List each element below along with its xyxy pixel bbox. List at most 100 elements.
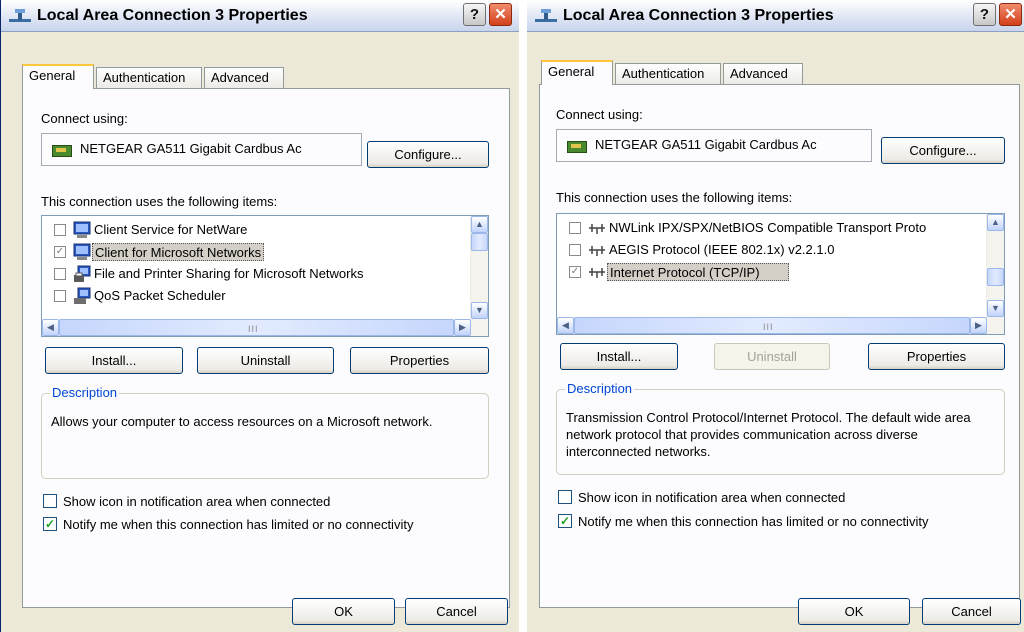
connect-using-label: Connect using: bbox=[41, 111, 128, 126]
items-listbox[interactable]: Client Service for NetWare ✓ Client for … bbox=[41, 215, 489, 337]
notify-label: Notify me when this connection has limit… bbox=[578, 514, 929, 529]
tab-advanced[interactable]: Advanced bbox=[204, 67, 284, 88]
uninstall-label: Uninstall bbox=[747, 349, 797, 364]
vertical-scrollbar[interactable]: ▲ ▼ bbox=[986, 214, 1004, 317]
cancel-label: Cancel bbox=[436, 604, 477, 619]
scroll-up-arrow-icon[interactable]: ▲ bbox=[987, 214, 1004, 231]
ok-button[interactable]: OK bbox=[798, 598, 910, 625]
window-title: Local Area Connection 3 Properties bbox=[37, 7, 308, 24]
network-connection-icon bbox=[9, 9, 31, 22]
item-checkbox[interactable] bbox=[54, 224, 66, 236]
items-listbox[interactable]: NWLink IPX/SPX/NetBIOS Compatible Transp… bbox=[556, 213, 1005, 335]
install-label: Install... bbox=[596, 349, 642, 364]
scroll-down-arrow-icon[interactable]: ▼ bbox=[471, 302, 488, 319]
install-button[interactable]: Install... bbox=[560, 343, 678, 370]
tab-authentication[interactable]: Authentication bbox=[615, 63, 721, 84]
notify-checkbox[interactable]: ✓ bbox=[43, 517, 57, 531]
cancel-button[interactable]: Cancel bbox=[405, 598, 508, 625]
ok-label: OK bbox=[844, 604, 864, 619]
item-checkbox[interactable] bbox=[54, 290, 66, 302]
title-bar[interactable]: Local Area Connection 3 Properties ? ✕ bbox=[527, 0, 1024, 32]
properties-dialog-left: Local Area Connection 3 Properties ? ✕ G… bbox=[0, 0, 519, 632]
item-checkbox[interactable] bbox=[569, 222, 581, 234]
item-checkbox[interactable]: ✓ bbox=[54, 246, 66, 258]
tab-general[interactable]: General bbox=[22, 64, 94, 89]
scroll-left-arrow-icon[interactable]: ◀ bbox=[557, 317, 574, 334]
show-icon-checkbox[interactable] bbox=[558, 490, 572, 504]
scroll-up-arrow-icon[interactable]: ▲ bbox=[471, 216, 488, 233]
adapter-name: NETGEAR GA511 Gigabit Cardbus Ac bbox=[80, 141, 302, 156]
close-button[interactable]: ✕ bbox=[489, 3, 512, 26]
configure-button[interactable]: Configure... bbox=[881, 137, 1005, 164]
item-label: Client Service for NetWare bbox=[94, 222, 248, 237]
configure-label: Configure... bbox=[394, 147, 462, 162]
item-checkbox[interactable] bbox=[54, 268, 66, 280]
file-printer-sharing-icon bbox=[74, 265, 91, 282]
scroll-right-arrow-icon[interactable]: ▶ bbox=[454, 319, 471, 336]
protocol-icon bbox=[589, 246, 605, 256]
ok-button[interactable]: OK bbox=[292, 598, 395, 625]
scroll-grip-icon: III bbox=[763, 322, 774, 332]
item-checkbox[interactable] bbox=[569, 244, 581, 256]
connect-using-label: Connect using: bbox=[556, 107, 643, 122]
description-groupbox: Description Transmission Control Protoco… bbox=[556, 381, 1005, 475]
close-button[interactable]: ✕ bbox=[999, 3, 1022, 26]
adapter-name: NETGEAR GA511 Gigabit Cardbus Ac bbox=[595, 137, 817, 152]
notify-checkbox[interactable]: ✓ bbox=[558, 514, 572, 528]
description-legend: Description bbox=[565, 381, 635, 396]
configure-label: Configure... bbox=[909, 143, 977, 158]
tab-general[interactable]: General bbox=[541, 60, 613, 85]
properties-dialog-right: Local Area Connection 3 Properties ? ✕ G… bbox=[527, 0, 1024, 632]
scroll-right-arrow-icon[interactable]: ▶ bbox=[970, 317, 987, 334]
description-groupbox: Description Allows your computer to acce… bbox=[41, 385, 489, 479]
title-bar[interactable]: Local Area Connection 3 Properties ? ✕ bbox=[1, 0, 519, 32]
network-client-icon bbox=[73, 221, 91, 238]
item-checkbox[interactable]: ✓ bbox=[569, 266, 581, 278]
scroll-thumb-horizontal[interactable]: III bbox=[59, 319, 454, 336]
uninstall-button[interactable]: Uninstall bbox=[714, 343, 830, 370]
general-tab-panel: Connect using: NETGEAR GA511 Gigabit Car… bbox=[539, 84, 1020, 608]
configure-button[interactable]: Configure... bbox=[367, 141, 489, 168]
help-button[interactable]: ? bbox=[463, 3, 486, 26]
scroll-down-arrow-icon[interactable]: ▼ bbox=[987, 300, 1004, 317]
item-label: NWLink IPX/SPX/NetBIOS Compatible Transp… bbox=[609, 220, 927, 235]
scroll-thumb[interactable] bbox=[471, 233, 488, 251]
vertical-scrollbar[interactable]: ▲ ▼ bbox=[470, 216, 488, 319]
tab-advanced[interactable]: Advanced bbox=[723, 63, 803, 84]
adapter-field: NETGEAR GA511 Gigabit Cardbus Ac bbox=[556, 129, 872, 162]
install-button[interactable]: Install... bbox=[45, 347, 183, 374]
show-icon-label: Show icon in notification area when conn… bbox=[63, 494, 331, 509]
network-connection-icon bbox=[535, 9, 557, 22]
properties-button[interactable]: Properties bbox=[868, 343, 1005, 370]
network-adapter-icon bbox=[52, 145, 72, 157]
help-button[interactable]: ? bbox=[973, 3, 996, 26]
window-title: Local Area Connection 3 Properties bbox=[563, 7, 834, 24]
scroll-grip-icon: III bbox=[248, 324, 259, 334]
show-icon-checkbox[interactable] bbox=[43, 494, 57, 508]
cancel-label: Cancel bbox=[951, 604, 992, 619]
protocol-icon bbox=[589, 268, 605, 278]
horizontal-scrollbar[interactable]: ◀ III ▶ bbox=[42, 319, 488, 336]
horizontal-scrollbar[interactable]: ◀ III ▶ bbox=[557, 317, 1004, 334]
scroll-thumb-horizontal[interactable]: III bbox=[574, 317, 970, 334]
notify-label: Notify me when this connection has limit… bbox=[63, 517, 414, 532]
uninstall-label: Uninstall bbox=[240, 353, 291, 368]
network-adapter-icon bbox=[567, 141, 587, 153]
properties-label: Properties bbox=[389, 353, 450, 368]
install-label: Install... bbox=[91, 353, 137, 368]
scroll-thumb[interactable] bbox=[987, 268, 1004, 286]
description-legend: Description bbox=[50, 385, 120, 400]
item-label: AEGIS Protocol (IEEE 802.1x) v2.2.1.0 bbox=[609, 242, 835, 257]
uninstall-button[interactable]: Uninstall bbox=[197, 347, 334, 374]
tab-authentication[interactable]: Authentication bbox=[96, 67, 202, 88]
item-label: Client for Microsoft Networks bbox=[92, 243, 265, 261]
adapter-field: NETGEAR GA511 Gigabit Cardbus Ac bbox=[41, 133, 362, 166]
item-label: File and Printer Sharing for Microsoft N… bbox=[94, 266, 364, 281]
description-text: Transmission Control Protocol/Internet P… bbox=[566, 410, 971, 459]
network-service-icon bbox=[74, 287, 91, 304]
cancel-button[interactable]: Cancel bbox=[922, 598, 1021, 625]
properties-button[interactable]: Properties bbox=[350, 347, 489, 374]
scroll-left-arrow-icon[interactable]: ◀ bbox=[42, 319, 59, 336]
items-label: This connection uses the following items… bbox=[556, 190, 793, 205]
item-label: QoS Packet Scheduler bbox=[94, 288, 226, 303]
